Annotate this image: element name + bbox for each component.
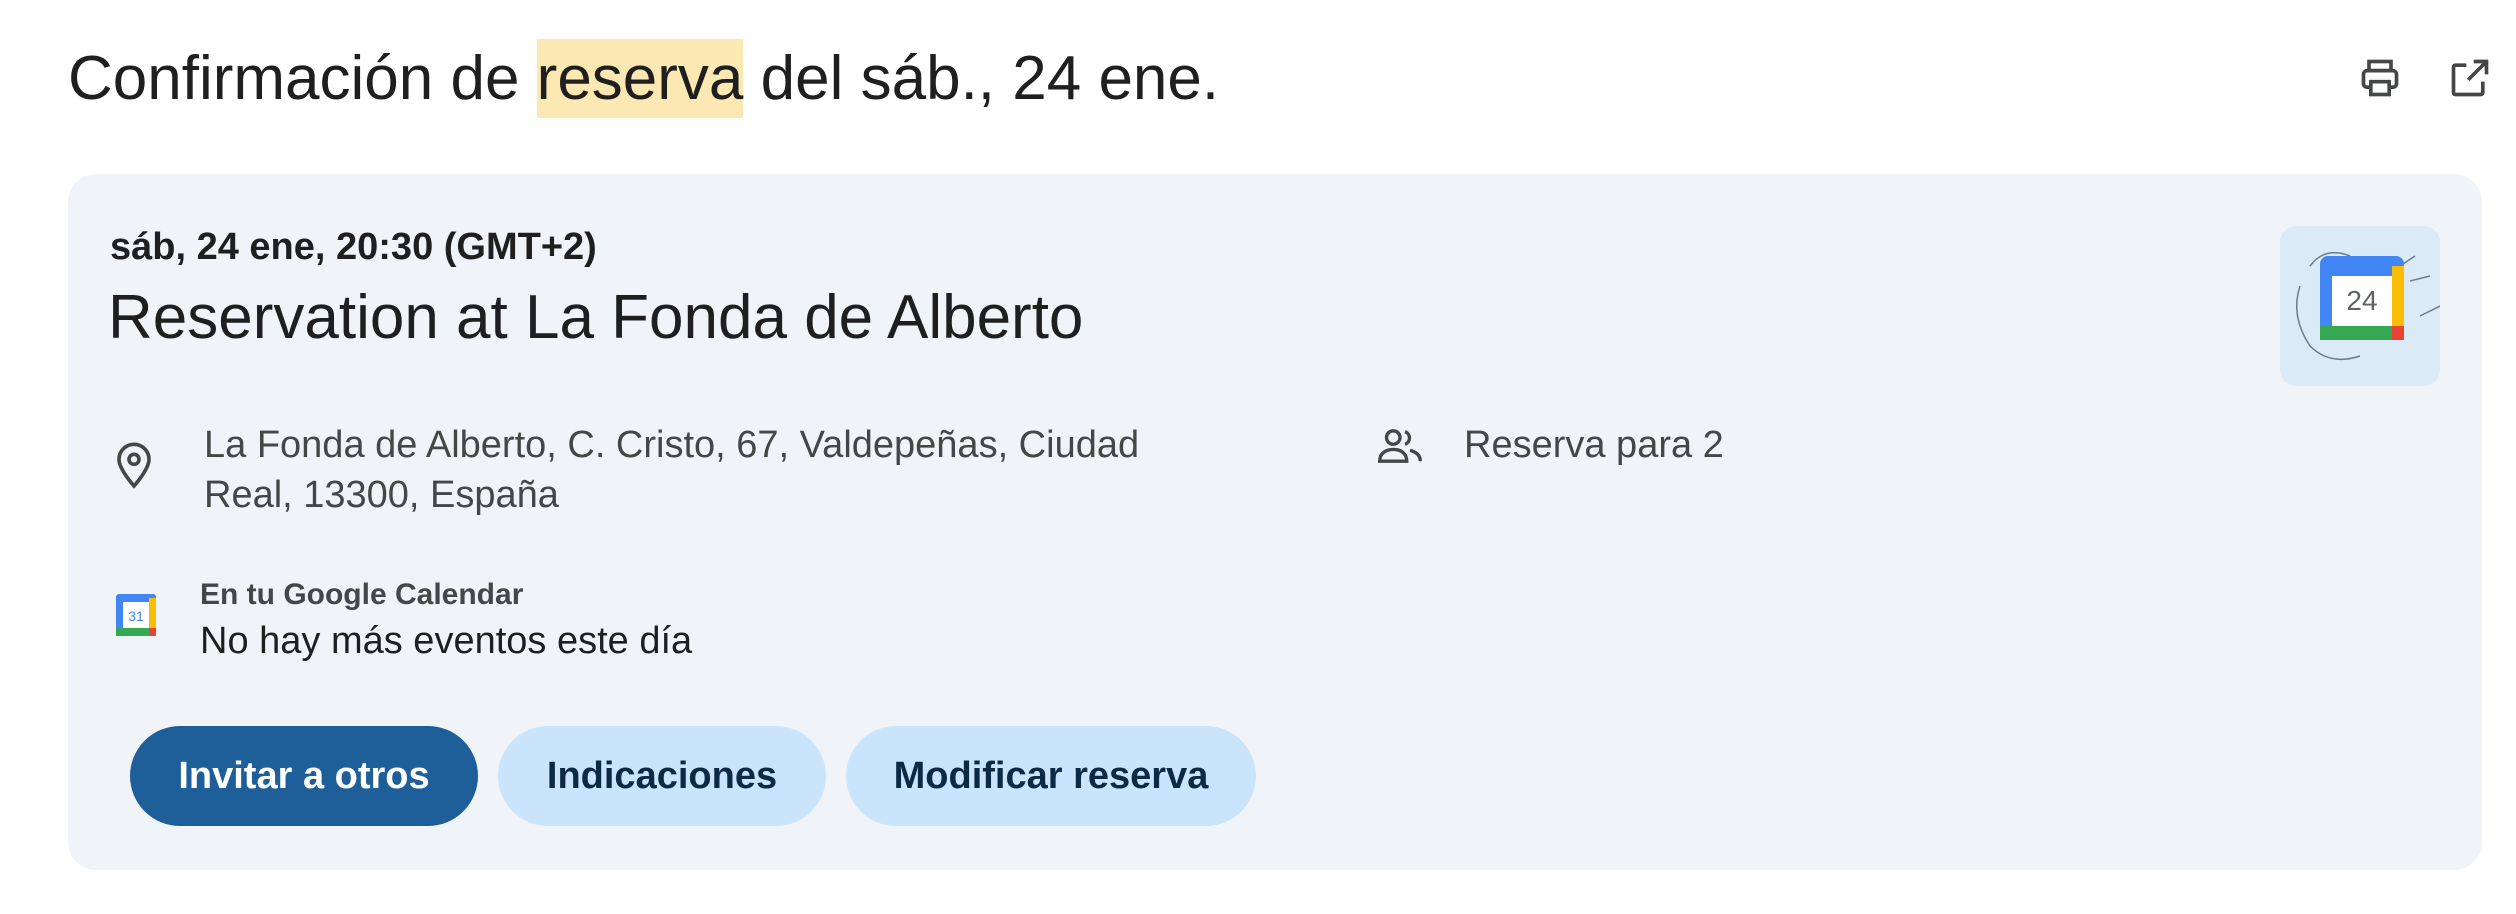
open-in-new-window-icon[interactable]	[2444, 52, 2496, 104]
calendar-illustration-icon: 24	[2280, 226, 2440, 386]
directions-button[interactable]: Indicaciones	[498, 726, 826, 826]
party-size: Reserva para 2	[1464, 424, 1724, 466]
people-icon	[1377, 426, 1422, 466]
subject-text-before: Confirmación de	[68, 43, 520, 113]
google-calendar-icon-day: 31	[128, 608, 144, 624]
subject-text-after: del sáb., 24 ene.	[743, 43, 1220, 113]
calendar-label: En tu Google Calendar	[200, 578, 524, 611]
event-time: sáb, 24 ene, 20:30 (GMT+2)	[110, 226, 597, 268]
invite-others-button[interactable]: Invitar a otros	[130, 726, 478, 826]
google-calendar-icon: 31	[116, 594, 156, 636]
subject-actions	[2354, 52, 2496, 104]
location-address[interactable]: La Fonda de Alberto, C. Cristo, 67, Vald…	[204, 420, 1204, 520]
calendar-illustration-day: 24	[2346, 285, 2377, 316]
event-title: Reservation at La Fonda de Alberto	[108, 283, 1084, 352]
email-subject: Confirmación de reserva del sáb., 24 ene…	[68, 38, 1219, 118]
subject-search-highlight: reserva	[536, 38, 744, 118]
location-pin-icon	[114, 442, 154, 490]
action-buttons: Invitar a otros Indicaciones Modificar r…	[130, 726, 1256, 826]
modify-reservation-button[interactable]: Modificar reserva	[846, 726, 1256, 826]
print-icon[interactable]	[2354, 52, 2406, 104]
calendar-status: No hay más eventos este día	[200, 620, 693, 662]
reservation-card: sáb, 24 ene, 20:30 (GMT+2) Reservation a…	[68, 174, 2482, 870]
